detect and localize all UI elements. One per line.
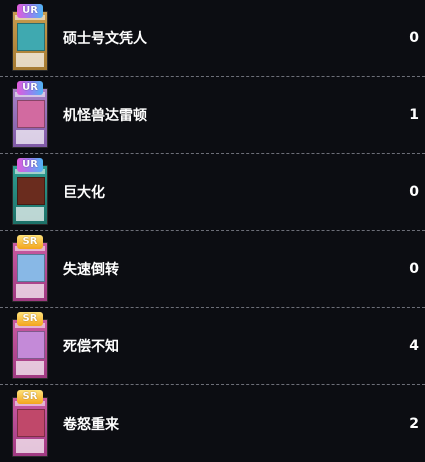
card-count: 0 [409, 261, 419, 277]
rarity-badge: SR [17, 389, 43, 404]
card-name: 硕士号文凭人 [63, 31, 147, 47]
card-name: 机怪兽达雷顿 [63, 108, 147, 124]
card-image [12, 319, 48, 379]
card-thumbnail[interactable]: SR [12, 389, 48, 457]
rarity-badge: UR [17, 81, 43, 95]
card-list: UR 硕士号文凭人 0 UR 机怪兽达雷顿 1 UR 巨大化 0 SR 失速倒转… [0, 0, 425, 457]
list-item[interactable]: SR 失速倒转 0 [0, 231, 425, 308]
list-item[interactable]: UR 硕士号文凭人 0 [0, 0, 425, 77]
card-thumbnail[interactable]: UR [12, 158, 48, 225]
card-name: 巨大化 [63, 185, 105, 201]
card-thumbnail[interactable]: UR [12, 4, 48, 71]
rarity-badge: SR [17, 312, 43, 326]
card-name: 卷怒重来 [63, 416, 119, 433]
card-image [12, 396, 48, 457]
card-image [12, 11, 48, 71]
card-count: 1 [409, 107, 419, 123]
list-item[interactable]: SR 死偿不知 4 [0, 308, 425, 385]
card-thumbnail[interactable]: SR [12, 312, 48, 379]
list-item[interactable]: UR 巨大化 0 [0, 154, 425, 231]
card-count: 0 [409, 30, 419, 46]
card-count: 0 [409, 184, 419, 200]
list-item[interactable]: SR 卷怒重来 2 [0, 385, 425, 462]
list-item[interactable]: UR 机怪兽达雷顿 1 [0, 77, 425, 154]
rarity-badge: UR [17, 158, 43, 172]
card-count: 2 [409, 415, 419, 432]
card-name: 死偿不知 [63, 339, 119, 355]
card-thumbnail[interactable]: UR [12, 81, 48, 148]
rarity-badge: UR [17, 4, 43, 18]
card-image [12, 242, 48, 302]
card-name: 失速倒转 [63, 262, 119, 278]
rarity-badge: SR [17, 235, 43, 249]
card-image [12, 88, 48, 148]
card-count: 4 [409, 338, 419, 354]
card-thumbnail[interactable]: SR [12, 235, 48, 302]
card-image [12, 165, 48, 225]
